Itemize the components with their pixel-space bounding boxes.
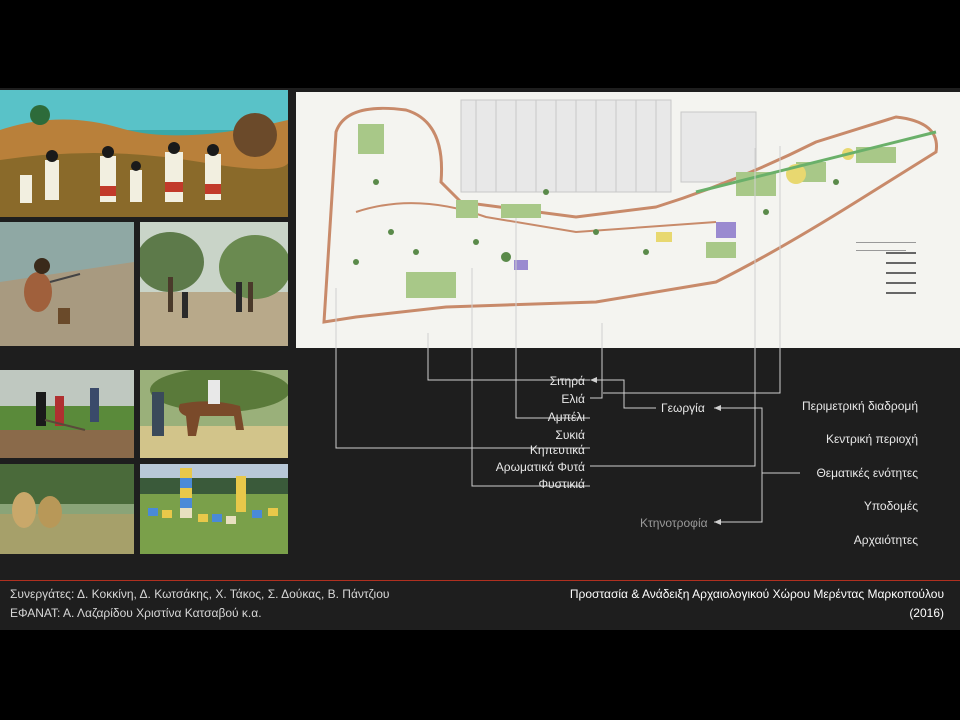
- crop-label-fig: Συκιά: [555, 428, 585, 442]
- theme-infrastructure: Υποδομές: [863, 499, 918, 513]
- theme-central-area: Κεντρική περιοχή: [825, 432, 918, 446]
- crop-label-vegetables: Κηπευτικά: [529, 443, 585, 457]
- crop-label-aromatic-plants: Αρωματικά Φυτά: [495, 460, 585, 474]
- footer-efanat: ΕΦΑΝΑΤ: Α. Λαζαρίδου Χριστίνα Κατσαβού κ…: [10, 606, 262, 620]
- footer-year: (2016): [909, 606, 944, 620]
- theme-thematic-units: Θεματικές ενότητες: [816, 466, 918, 480]
- crop-label-cereals: Σιτηρά: [549, 374, 585, 388]
- crop-label-olive: Ελιά: [561, 392, 585, 406]
- theme-perimeter-route: Περιμετρική διαδρομή: [801, 399, 918, 413]
- connector-lines: [335, 146, 800, 525]
- footer-collaborators: Συνεργάτες: Δ. Κοκκίνη, Δ. Κωτσάκης, Χ. …: [10, 587, 390, 601]
- category-agriculture: Γεωργία: [661, 401, 705, 415]
- footer-project-title: Προστασία & Ανάδειξη Αρχαιολογικού Χώρου…: [569, 587, 944, 601]
- footer-divider: [0, 580, 960, 581]
- category-livestock: Κτηνοτροφία: [640, 516, 708, 530]
- crop-label-pistachio: Φυστικιά: [538, 477, 585, 491]
- slide: Σιτηρά Ελιά Αμπέλι Συκιά Κηπευτικά Αρωμα…: [0, 88, 960, 630]
- crop-label-vine: Αμπέλι: [547, 410, 585, 424]
- theme-antiquities: Αρχαιότητες: [853, 533, 918, 547]
